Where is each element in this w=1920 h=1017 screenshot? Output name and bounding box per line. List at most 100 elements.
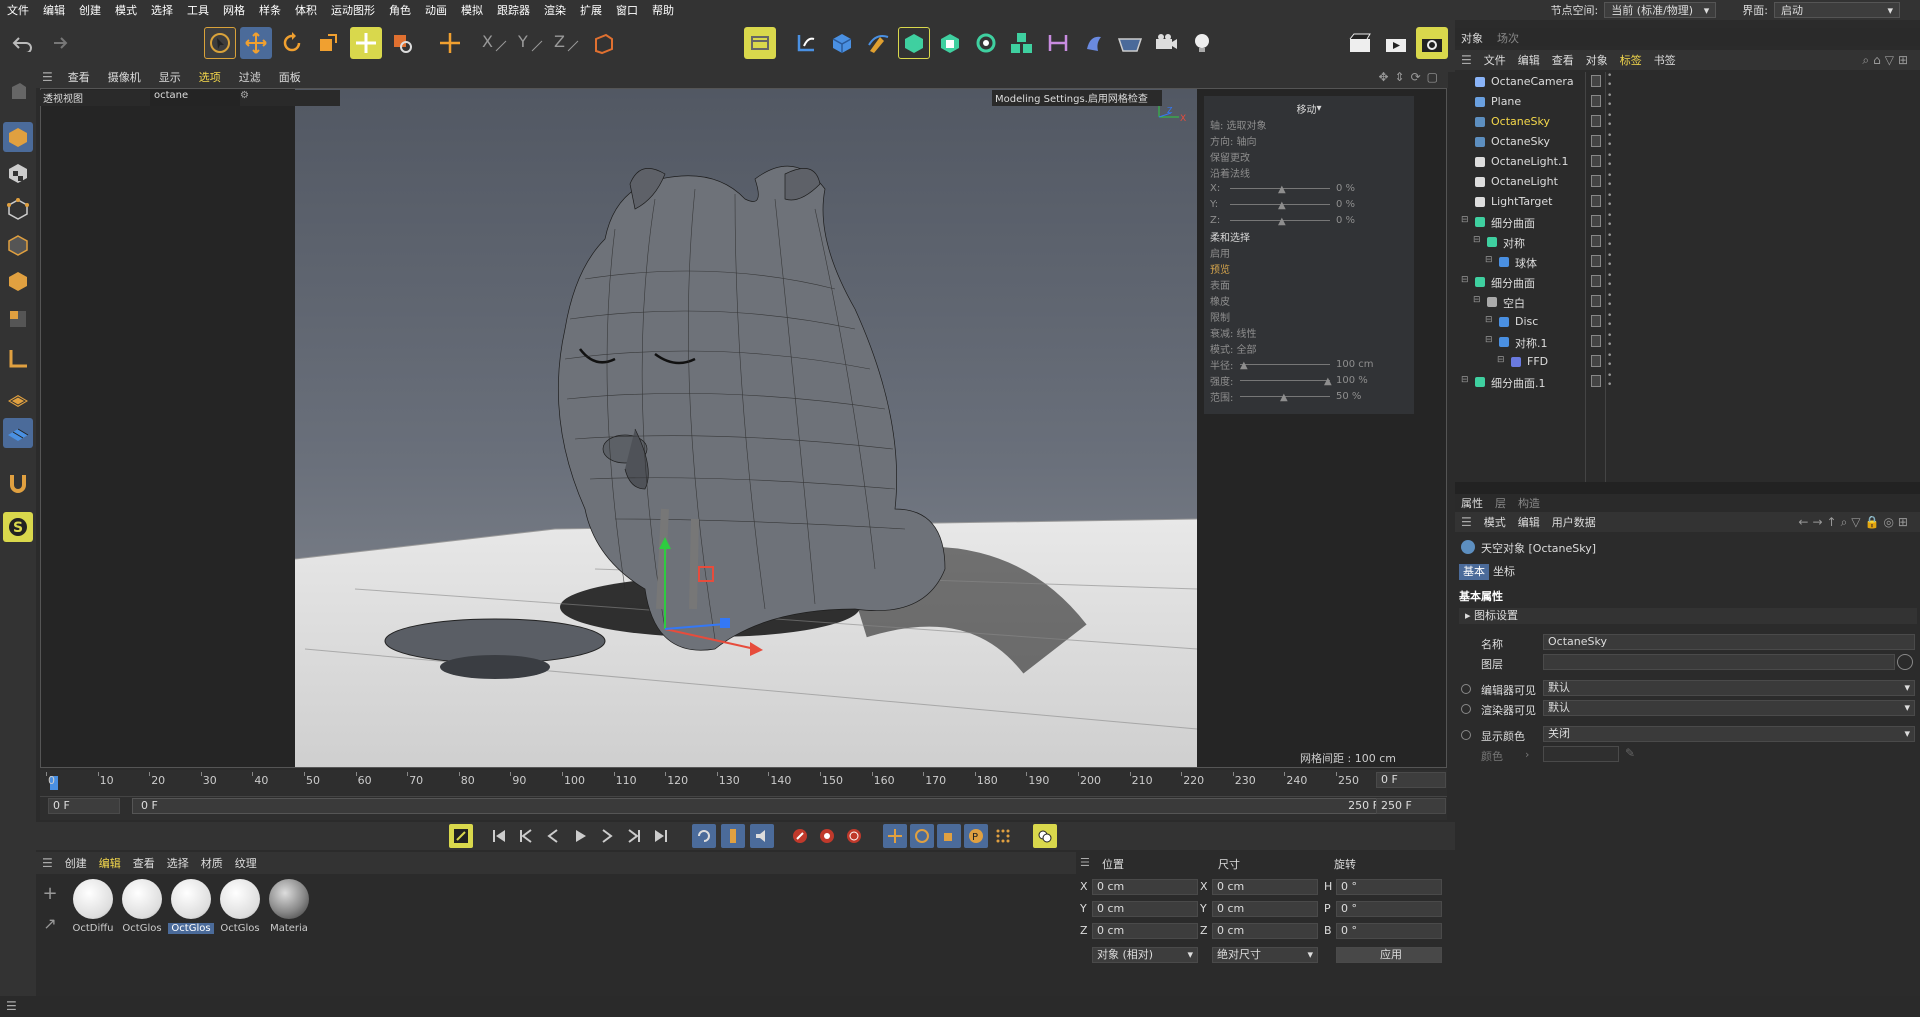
material-menu-texture[interactable]: 纹理 (229, 855, 263, 871)
object-search-icons[interactable]: ⌕⌂▽⊞ (1862, 53, 1912, 68)
visibility-dots-icon[interactable]: • • (1607, 92, 1612, 110)
layer-visibility-icon[interactable] (1591, 195, 1601, 207)
object-menu-view[interactable]: 查看 (1546, 52, 1580, 68)
layer-visibility-icon[interactable] (1591, 235, 1601, 247)
hud-title[interactable]: 移动 ▾ (1210, 100, 1408, 116)
status-menu-icon[interactable]: ☰ (6, 999, 17, 1013)
layer-visibility-icon[interactable] (1591, 175, 1601, 187)
editor-visible-animate-icon[interactable] (1461, 684, 1471, 694)
attribute-menu-edit[interactable]: 编辑 (1512, 514, 1546, 530)
mograph-cubes-icon[interactable] (1006, 27, 1038, 59)
visibility-dots-icon[interactable]: • • (1607, 132, 1612, 150)
color-expand-icon[interactable]: › (1525, 748, 1529, 761)
layer-visibility-icon[interactable] (1591, 75, 1601, 87)
rotate-tool-icon[interactable] (276, 27, 308, 59)
render-view-icon[interactable] (744, 27, 776, 59)
object-name[interactable]: OctaneLight.1 (1491, 155, 1568, 168)
size-mode-select[interactable]: 绝对尺寸 ▾ (1212, 947, 1318, 963)
object-name[interactable]: Plane (1491, 95, 1521, 108)
coords-menu-icon[interactable]: ☰ (1080, 856, 1090, 869)
visibility-dots-icon[interactable]: • • (1607, 192, 1612, 210)
visibility-dots-icon[interactable]: • • (1607, 252, 1612, 270)
visibility-dots-icon[interactable]: • • (1607, 372, 1612, 390)
pos-y-field[interactable]: 0 cm (1092, 901, 1198, 917)
editor-visible-select[interactable]: 默认 ▾ (1543, 680, 1915, 696)
layer-visibility-icon[interactable] (1591, 315, 1601, 327)
material-item[interactable]: OctGlos (119, 879, 165, 934)
object-name[interactable]: FFD (1527, 355, 1548, 368)
menu-item[interactable]: 模拟 (454, 2, 490, 18)
loop-icon[interactable] (692, 824, 716, 848)
visibility-dots-icon[interactable]: • • (1607, 212, 1612, 230)
layout-select[interactable]: 启动 ▾ (1774, 2, 1900, 18)
object-row[interactable]: OctaneSky • • (1455, 112, 1920, 132)
expand-toggle-icon[interactable]: ⊟ (1485, 315, 1493, 325)
axis-mode-icon[interactable] (3, 344, 33, 374)
add-material-icon[interactable]: + (40, 884, 60, 904)
object-menu-tags[interactable]: 标签 (1614, 52, 1648, 68)
object-menu-file[interactable]: 文件 (1478, 52, 1512, 68)
expand-toggle-icon[interactable]: ⊟ (1473, 235, 1481, 245)
menu-item[interactable]: 运动图形 (324, 2, 382, 18)
deformer-cube-icon[interactable] (934, 27, 966, 59)
object-row[interactable]: OctaneSky • • (1455, 132, 1920, 152)
object-name[interactable]: LightTarget (1491, 195, 1552, 208)
redo-icon[interactable] (42, 27, 74, 59)
menu-item[interactable]: 动画 (418, 2, 454, 18)
coordinate-mode-select[interactable]: 对象 (相对) ▾ (1092, 947, 1198, 963)
render-viewport-icon[interactable] (1380, 27, 1412, 59)
layer-visibility-icon[interactable] (1591, 115, 1601, 127)
hud-preview[interactable]: 预览 (1210, 260, 1408, 276)
menu-item[interactable]: 渲染 (537, 2, 573, 18)
layer-field[interactable] (1543, 654, 1895, 670)
object-row[interactable]: OctaneCamera • • (1455, 72, 1920, 92)
object-name[interactable]: OctaneLight (1491, 175, 1558, 188)
scale-tool-icon[interactable] (312, 27, 344, 59)
object-row[interactable]: LightTarget • • (1455, 192, 1920, 212)
object-name[interactable]: 细分曲面 (1491, 275, 1535, 291)
visibility-dots-icon[interactable]: • • (1607, 292, 1612, 310)
layer-visibility-icon[interactable] (1591, 215, 1601, 227)
visibility-dots-icon[interactable]: • • (1607, 312, 1612, 330)
viewport-menu-panel[interactable]: 面板 (270, 69, 310, 85)
subdivision-generator-icon[interactable] (898, 27, 930, 59)
edges-mode-icon[interactable] (3, 230, 33, 260)
menu-item[interactable]: 模式 (108, 2, 144, 18)
material-menu-select[interactable]: 选择 (161, 855, 195, 871)
object-menu-edit[interactable]: 编辑 (1512, 52, 1546, 68)
material-menu-create[interactable]: 创建 (59, 855, 93, 871)
object-row[interactable]: ⊟ 空白 • • (1455, 292, 1920, 312)
pos-x-field[interactable]: 0 cm (1092, 879, 1198, 895)
snap-grid-icon[interactable] (3, 418, 33, 448)
key-scale-icon[interactable] (937, 824, 961, 848)
spline-pen-icon[interactable] (790, 27, 822, 59)
visibility-dots-icon[interactable]: • • (1607, 72, 1612, 90)
layer-visibility-icon[interactable] (1591, 355, 1601, 367)
hud-y-slider[interactable]: Y: ▲ 0 % (1210, 196, 1408, 212)
layer-visibility-icon[interactable] (1591, 275, 1601, 287)
play-icon[interactable] (568, 824, 592, 848)
hud-surface[interactable]: 表面 (1210, 276, 1408, 292)
object-menu-icon[interactable]: ☰ (1461, 53, 1472, 67)
menu-item[interactable]: 帮助 (645, 2, 681, 18)
tab-construct[interactable]: 构造 (1518, 495, 1540, 511)
color-swatch[interactable] (1543, 746, 1619, 762)
undo-icon[interactable] (6, 27, 38, 59)
material-menu-view[interactable]: 查看 (127, 855, 161, 871)
key-rotation-icon[interactable] (910, 824, 934, 848)
hud-z-slider[interactable]: Z: ▲ 0 % (1210, 212, 1408, 228)
attribute-menu-mode[interactable]: 模式 (1478, 514, 1512, 530)
layer-visibility-icon[interactable] (1591, 135, 1601, 147)
object-menu-bookmarks[interactable]: 书签 (1648, 52, 1682, 68)
renderer-name[interactable]: octane (150, 90, 240, 106)
menu-item[interactable]: 体积 (288, 2, 324, 18)
hud-radius-slider[interactable]: 半径: ▲ 100 cm (1210, 356, 1408, 372)
object-name[interactable]: OctaneSky (1491, 135, 1550, 148)
lock-y-icon[interactable]: Y (514, 27, 546, 59)
script-s-icon[interactable]: S (3, 512, 33, 542)
tab-basic[interactable]: 基本 (1459, 564, 1489, 580)
texture-mode-icon[interactable] (3, 158, 33, 188)
rot-p-field[interactable]: 0 ° (1336, 901, 1442, 917)
object-row[interactable]: OctaneLight • • (1455, 172, 1920, 192)
attribute-nav-icons[interactable]: ←→↑⌕▽🔒◎⊞ (1798, 515, 1912, 530)
